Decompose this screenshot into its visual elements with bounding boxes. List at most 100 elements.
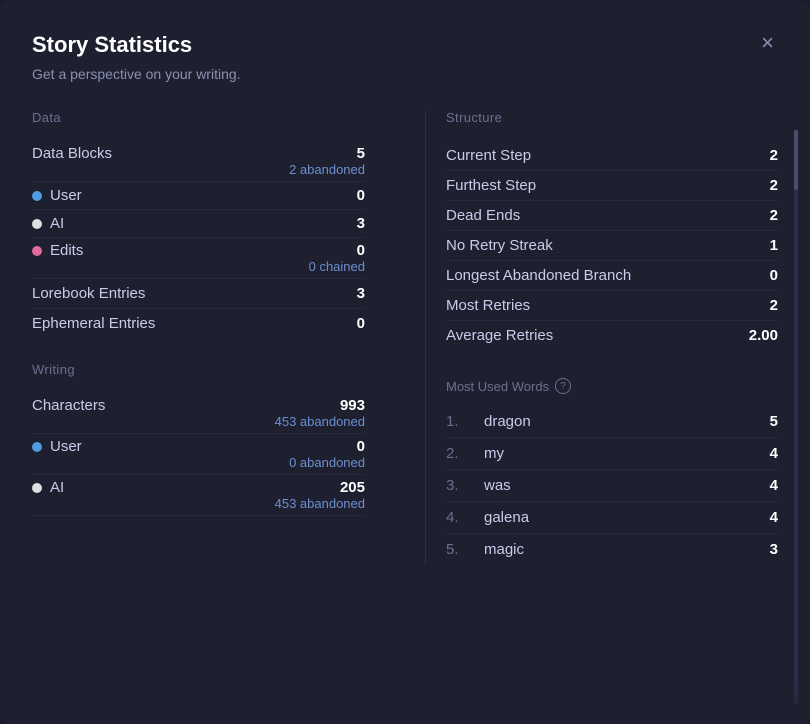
word-row: 2. my 4 [446,438,778,470]
right-column: Structure Current Step 2 Furthest Step 2… [425,110,778,565]
edits-dot [32,246,42,256]
words-label: Most Used Words [446,379,549,394]
modal-header: Story Statistics × [32,32,778,58]
ephemeral-value: 0 [357,315,365,332]
ai2-group: AI 205 453 abandoned [32,475,365,516]
user-value: 0 [357,187,365,204]
current-step-label: Current Step [446,147,531,164]
edits-value: 0 [357,242,365,259]
lorebook-row: Lorebook Entries 3 [32,279,365,309]
characters-sub: 453 abandoned [32,414,365,429]
word-entry: 5. magic [446,541,524,558]
edits-sub: 0 chained [32,259,365,274]
ai-label: AI [32,215,64,232]
word-entry: 2. my [446,445,504,462]
user-label: User [32,187,82,204]
bottom-fade [0,684,810,724]
data-blocks-label: Data Blocks [32,145,112,162]
ai2-value: 205 [340,479,365,496]
user2-value: 0 [357,438,365,455]
words-section: Most Used Words ? 1. dragon 5 2. my 4 3.… [446,378,778,565]
longest-branch-value: 0 [770,267,778,284]
scroll-track[interactable] [794,130,798,704]
ai2-top: AI 205 [32,479,365,496]
structure-label: Structure [446,110,778,125]
word-rank: 2. [446,445,466,462]
most-retries-label: Most Retries [446,297,530,314]
furthest-step-value: 2 [770,177,778,194]
structure-section: Structure Current Step 2 Furthest Step 2… [446,110,778,350]
words-list: 1. dragon 5 2. my 4 3. was 4 4. galena 4 [446,406,778,565]
furthest-step-row: Furthest Step 2 [446,171,778,201]
content-grid: Data Data Blocks 5 2 abandoned User 0 [32,110,778,565]
word-text: my [484,445,504,462]
data-blocks-group: Data Blocks 5 2 abandoned [32,141,365,182]
word-row: 5. magic 3 [446,534,778,565]
edits-top: Edits 0 [32,242,365,259]
characters-value: 993 [340,397,365,414]
word-rank: 4. [446,509,466,526]
edits-group: Edits 0 0 chained [32,238,365,279]
user2-dot [32,442,42,452]
word-rank: 5. [446,541,466,558]
user2-sub: 0 abandoned [32,455,365,470]
writing-section-label: Writing [32,362,365,377]
ai-value: 3 [357,215,365,232]
modal-container: Story Statistics × Get a perspective on … [0,0,810,724]
word-text: dragon [484,413,531,430]
avg-retries-label: Average Retries [446,327,553,344]
data-blocks-top: Data Blocks 5 [32,145,365,162]
avg-retries-value: 2.00 [749,327,778,344]
word-count: 5 [770,413,778,430]
data-blocks-sub: 2 abandoned [32,162,365,177]
word-row: 4. galena 4 [446,502,778,534]
word-count: 4 [770,445,778,462]
ephemeral-row: Ephemeral Entries 0 [32,309,365,338]
data-section: Data Data Blocks 5 2 abandoned User 0 [32,110,365,338]
avg-retries-row: Average Retries 2.00 [446,321,778,350]
lorebook-label: Lorebook Entries [32,285,145,302]
furthest-step-label: Furthest Step [446,177,536,194]
user-stat-row: User 0 [32,182,365,210]
current-step-row: Current Step 2 [446,141,778,171]
characters-top: Characters 993 [32,397,365,414]
current-step-value: 2 [770,147,778,164]
ai2-sub: 453 abandoned [32,496,365,511]
ai2-label: AI [32,479,64,496]
modal-subtitle: Get a perspective on your writing. [32,66,778,82]
word-entry: 4. galena [446,509,529,526]
modal-title: Story Statistics [32,32,192,58]
word-entry: 3. was [446,477,511,494]
left-column: Data Data Blocks 5 2 abandoned User 0 [32,110,385,565]
close-button[interactable]: × [757,32,778,54]
ai2-dot [32,483,42,493]
word-entry: 1. dragon [446,413,531,430]
help-icon: ? [555,378,571,394]
word-row: 3. was 4 [446,470,778,502]
scroll-thumb[interactable] [794,130,798,190]
longest-branch-label: Longest Abandoned Branch [446,267,631,284]
dead-ends-row: Dead Ends 2 [446,201,778,231]
word-count: 4 [770,509,778,526]
characters-group: Characters 993 453 abandoned [32,393,365,434]
ai-dot [32,219,42,229]
dead-ends-label: Dead Ends [446,207,520,224]
no-retry-value: 1 [770,237,778,254]
no-retry-row: No Retry Streak 1 [446,231,778,261]
data-blocks-value: 5 [357,145,365,162]
word-rank: 1. [446,413,466,430]
words-header: Most Used Words ? [446,378,778,394]
most-retries-value: 2 [770,297,778,314]
user2-top: User 0 [32,438,365,455]
no-retry-label: No Retry Streak [446,237,553,254]
data-section-label: Data [32,110,365,125]
user2-group: User 0 0 abandoned [32,434,365,475]
word-count: 3 [770,541,778,558]
user2-label: User [32,438,82,455]
dead-ends-value: 2 [770,207,778,224]
word-text: magic [484,541,524,558]
ephemeral-label: Ephemeral Entries [32,315,155,332]
lorebook-value: 3 [357,285,365,302]
word-row: 1. dragon 5 [446,406,778,438]
most-retries-row: Most Retries 2 [446,291,778,321]
